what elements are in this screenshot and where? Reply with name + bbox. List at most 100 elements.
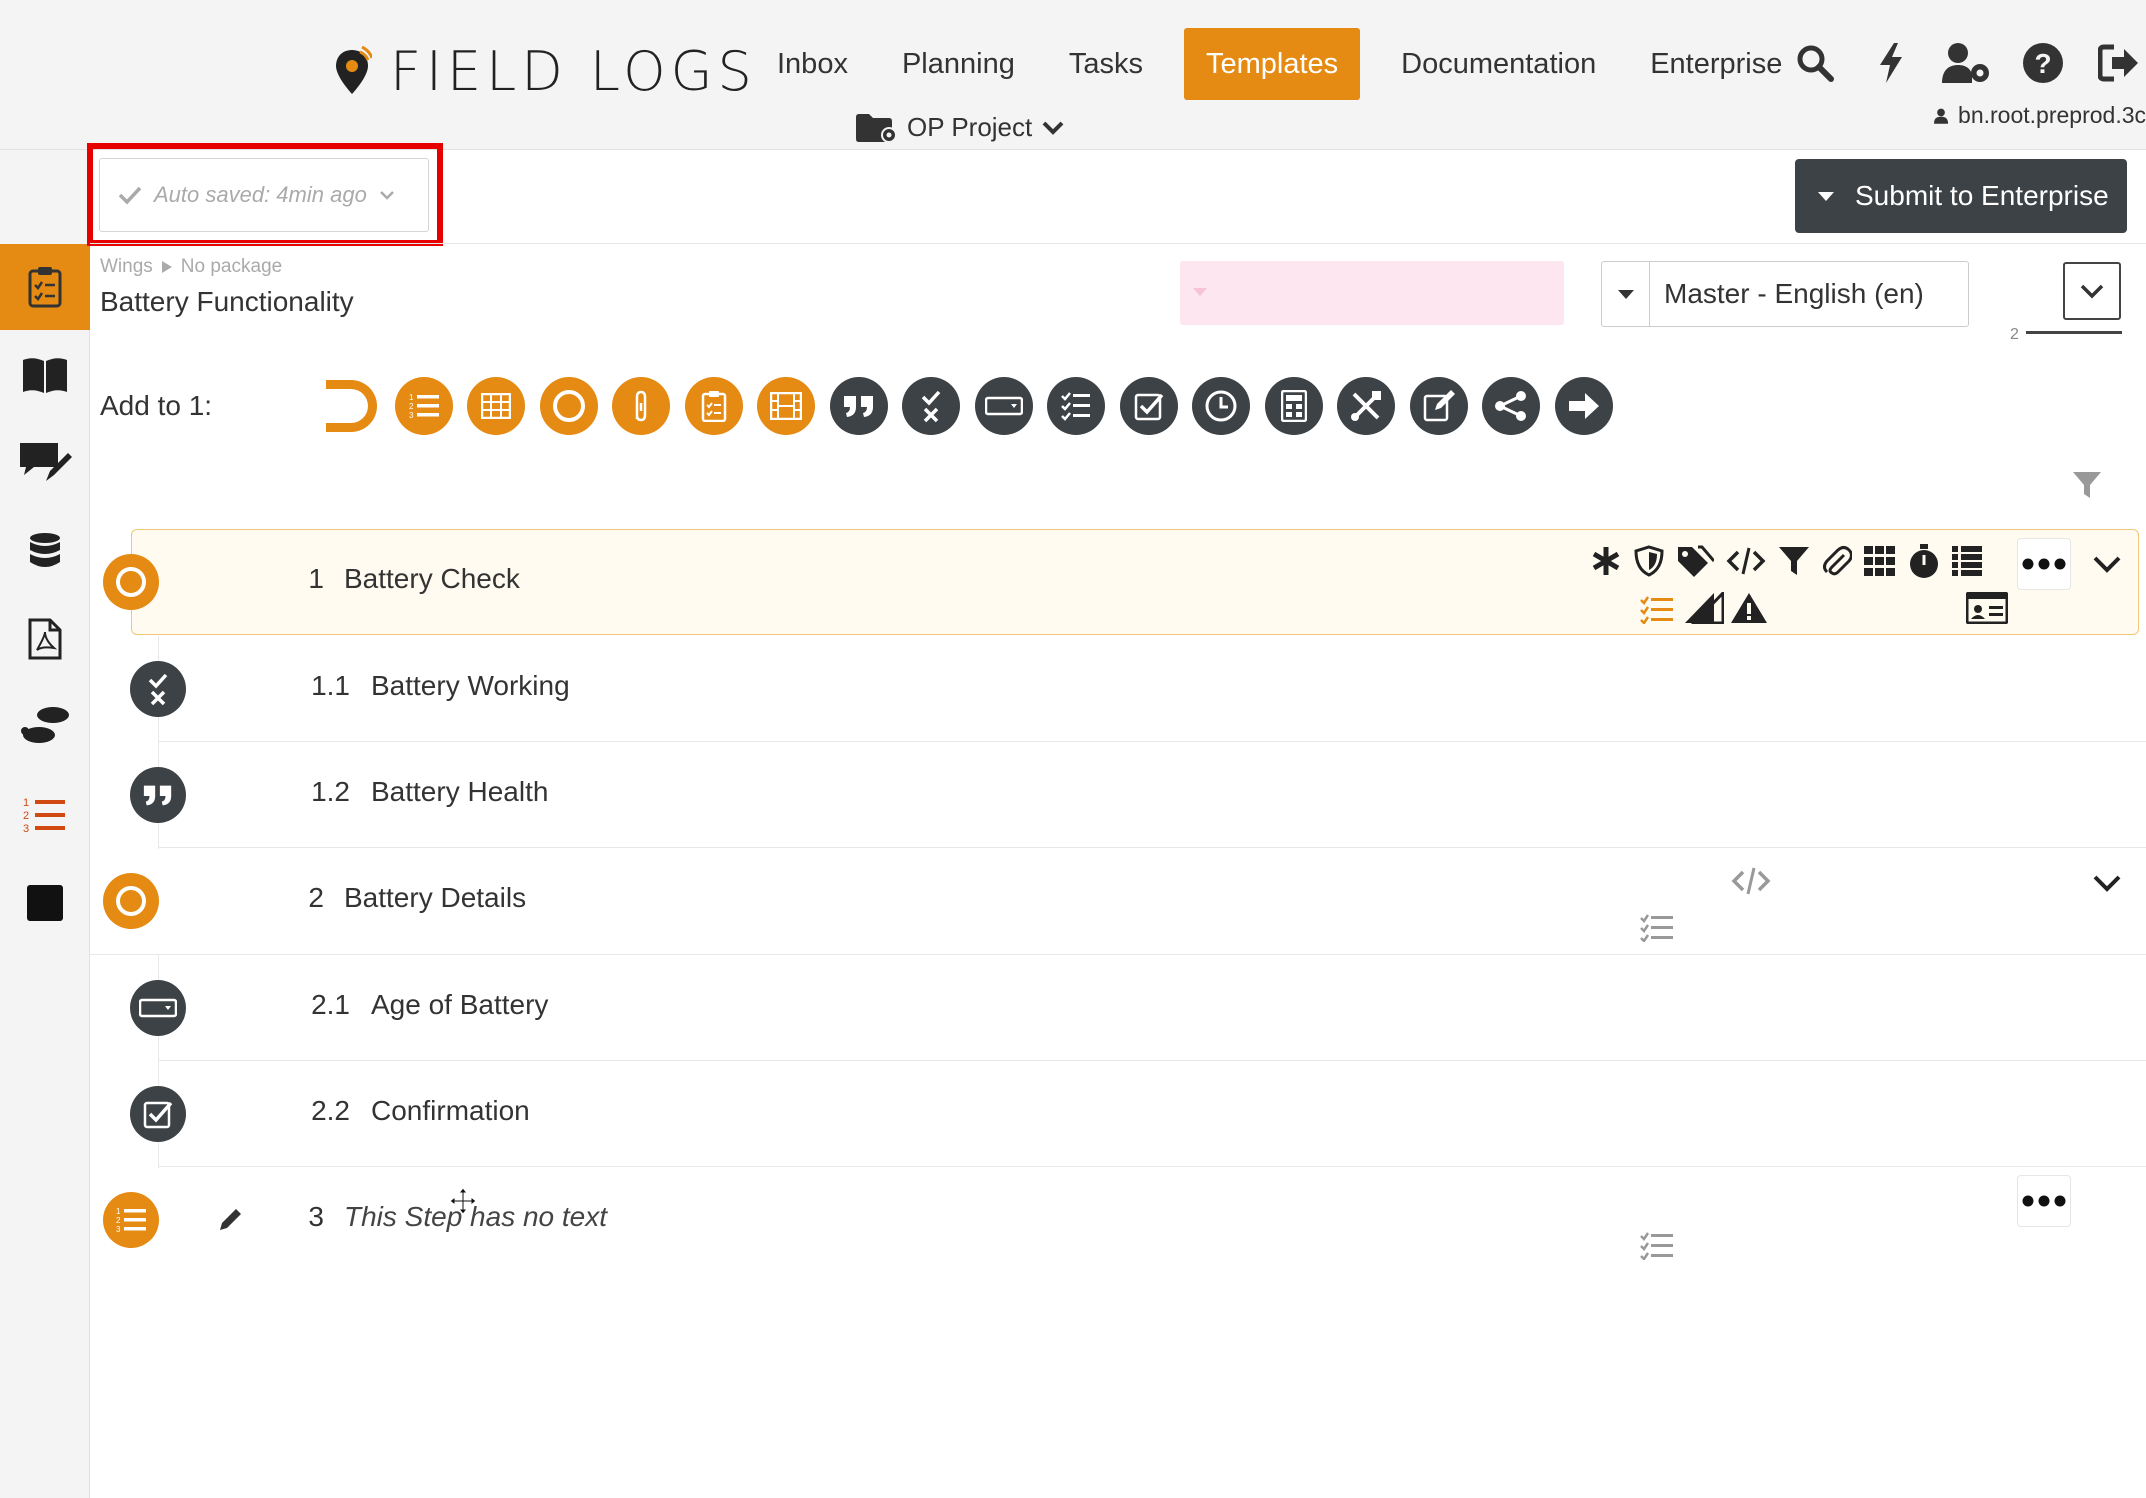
numbered-list-icon[interactable]: 123 <box>0 772 90 858</box>
svg-text:2: 2 <box>409 402 414 411</box>
language-select[interactable]: Master - English (en) <box>1601 261 1969 327</box>
chevron-down-icon[interactable] <box>2092 873 2122 893</box>
bolt-icon[interactable] <box>1866 38 1916 88</box>
svg-text:2: 2 <box>116 1216 121 1225</box>
clip-icon[interactable] <box>612 377 670 435</box>
step-title[interactable]: Battery Details <box>344 882 526 914</box>
tags-icon[interactable] <box>1676 545 1714 577</box>
more-options-button[interactable] <box>2017 1175 2071 1227</box>
grid-icon[interactable] <box>1864 546 1896 576</box>
filter-icon[interactable] <box>1778 545 1810 577</box>
comments-edit-icon[interactable] <box>0 420 90 506</box>
step-number: 3 <box>308 1201 324 1232</box>
arrow-right-icon[interactable] <box>1554 377 1613 435</box>
svg-text:3: 3 <box>23 823 29 835</box>
app-logo[interactable]: FIELD LOGS <box>332 40 757 103</box>
circle-icon[interactable] <box>539 377 598 435</box>
left-sidebar: 123 <box>0 150 90 1498</box>
share-icon[interactable] <box>1482 377 1540 435</box>
clipboard-icon[interactable] <box>684 377 743 435</box>
search-icon[interactable] <box>1790 38 1840 88</box>
status-field[interactable] <box>1180 261 1564 325</box>
nav-documentation[interactable]: Documentation <box>1374 28 1623 100</box>
autosave-dropdown[interactable]: Auto saved: 4min ago <box>99 158 429 232</box>
filter-icon[interactable] <box>2072 470 2102 505</box>
checklist-icon[interactable] <box>1640 1232 1674 1260</box>
breadcrumb-package[interactable]: No package <box>181 256 282 278</box>
user-menu[interactable]: bn.root.preprod.3c <box>1934 102 2146 129</box>
checklist-icon[interactable] <box>1640 914 1674 942</box>
warning-icon[interactable] <box>1730 592 1768 624</box>
id-card-icon[interactable] <box>1966 592 2008 624</box>
more-options-button[interactable] <box>2017 538 2071 590</box>
paperclip-icon[interactable] <box>1822 545 1852 577</box>
code-icon[interactable] <box>1726 546 1766 576</box>
svg-text:2: 2 <box>23 810 29 822</box>
book-icon[interactable] <box>0 332 90 418</box>
top-header: FIELD LOGS Inbox Planning Tasks Template… <box>0 0 2146 150</box>
folder-gear-icon <box>856 113 897 143</box>
pencil-icon[interactable] <box>218 1206 244 1232</box>
add-step-toolbar: 123 <box>322 377 1613 435</box>
stack-icon[interactable] <box>1952 546 1982 576</box>
checklist-icon[interactable] <box>1640 596 1674 624</box>
caret-down-icon <box>1193 288 1207 296</box>
partial-circle-icon[interactable] <box>322 377 380 435</box>
shield-icon[interactable] <box>1634 545 1664 577</box>
user-gear-icon[interactable] <box>1942 38 1992 88</box>
step-title[interactable]: Battery Check <box>344 563 520 595</box>
nav-planning[interactable]: Planning <box>875 28 1042 100</box>
caret-down-icon <box>1602 262 1650 326</box>
check-cross-icon[interactable] <box>130 661 186 717</box>
step-title[interactable]: Confirmation <box>371 1095 530 1127</box>
collapse-button[interactable] <box>2063 262 2121 320</box>
stopwatch-icon[interactable] <box>1908 543 1940 579</box>
asterisk-icon[interactable] <box>1590 545 1622 577</box>
help-icon[interactable]: ? <box>2018 38 2068 88</box>
svg-text:3: 3 <box>116 1225 121 1234</box>
table-icon[interactable] <box>467 377 525 435</box>
breadcrumb-root[interactable]: Wings <box>100 256 153 278</box>
circle-icon[interactable] <box>103 554 159 610</box>
svg-text:?: ? <box>2034 48 2051 79</box>
code-icon[interactable] <box>1731 866 1771 896</box>
submit-to-enterprise-button[interactable]: Submit to Enterprise <box>1795 159 2127 233</box>
numbered-list-icon[interactable]: 123 <box>103 1192 159 1248</box>
circle-icon[interactable] <box>103 873 159 929</box>
check-cross-icon[interactable] <box>902 377 960 435</box>
chevron-down-icon <box>379 191 394 200</box>
numbered-list-icon[interactable]: 123 <box>394 377 453 435</box>
square-icon[interactable] <box>0 860 90 946</box>
checkbox-icon[interactable] <box>1119 377 1178 435</box>
footsteps-icon[interactable] <box>0 684 90 770</box>
tools-icon[interactable] <box>1337 377 1395 435</box>
calculator-icon[interactable] <box>1264 377 1323 435</box>
chevron-down-icon[interactable] <box>2092 554 2122 574</box>
checkbox-icon[interactable] <box>130 1086 186 1142</box>
clock-icon[interactable] <box>1192 377 1250 435</box>
step-title[interactable]: Age of Battery <box>371 989 548 1021</box>
divider <box>90 243 2146 244</box>
film-icon[interactable] <box>757 377 815 435</box>
step-title[interactable]: Battery Health <box>371 776 548 808</box>
nav-enterprise[interactable]: Enterprise <box>1623 28 1809 100</box>
project-selector[interactable]: OP Project <box>855 112 1064 143</box>
pdf-icon[interactable] <box>0 596 90 682</box>
quote-icon[interactable] <box>829 377 888 435</box>
logout-icon[interactable] <box>2094 38 2144 88</box>
input-box-icon[interactable] <box>974 377 1033 435</box>
checklist-icon[interactable] <box>1047 377 1105 435</box>
outline-level: 2 <box>2010 326 2019 343</box>
step-title[interactable]: Battery Working <box>371 670 570 702</box>
nav-tasks[interactable]: Tasks <box>1042 28 1170 100</box>
checklist-icon[interactable] <box>0 244 90 330</box>
input-box-icon[interactable] <box>130 980 186 1036</box>
nav-inbox[interactable]: Inbox <box>750 28 875 100</box>
slope-icon[interactable] <box>1684 592 1724 624</box>
edit-icon[interactable] <box>1409 377 1468 435</box>
database-icon[interactable] <box>0 508 90 594</box>
outline-slider[interactable] <box>2026 331 2122 334</box>
language-label: Master - English (en) <box>1664 278 1924 309</box>
quote-icon[interactable] <box>130 767 186 823</box>
nav-templates[interactable]: Templates <box>1183 28 1361 100</box>
